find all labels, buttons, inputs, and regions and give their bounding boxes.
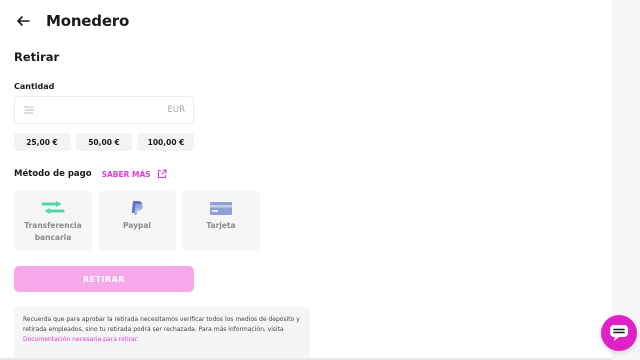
page-title: Monedero (46, 12, 130, 30)
quick-amount-50-button[interactable]: 50,00 € (76, 133, 132, 151)
chat-icon (610, 325, 628, 341)
section-title: Retirar (14, 50, 60, 64)
method-paypal-label: Paypal (122, 221, 151, 230)
method-bank-transfer[interactable]: Transferencia bancaria (14, 191, 92, 251)
payment-methods: Transferencia bancaria Paypal Tarjeta (14, 191, 260, 251)
external-link-icon (157, 169, 167, 179)
amount-input[interactable] (41, 105, 168, 115)
quick-amount-25-button[interactable]: 25,00 € (14, 133, 70, 151)
learn-more-label: SABER MÁS (101, 169, 151, 179)
required-docs-link[interactable]: Documentación necesaria para retirar. (23, 336, 139, 343)
method-card-label: Tarjeta (206, 221, 236, 230)
currency-label: EUR (167, 105, 186, 115)
withdraw-notice: Recuerda que para aprobar la retirada ne… (14, 307, 310, 360)
chat-button[interactable] (601, 315, 637, 351)
payment-method-title: Método de pago (14, 169, 92, 179)
notice-text: Recuerda que para aprobar la retirada ne… (23, 316, 300, 333)
quick-amounts: 25,00 € 50,00 € 100,00 € (14, 133, 194, 151)
quick-amount-100-button[interactable]: 100,00 € (138, 133, 194, 151)
bank-transfer-icon (41, 200, 65, 216)
back-button[interactable] (14, 12, 32, 30)
wallet-page: Monedero Retirar Cantidad EUR 25,00 € 50… (0, 0, 640, 360)
money-icon (23, 104, 35, 116)
paypal-icon (130, 200, 144, 216)
amount-label: Cantidad (14, 82, 55, 91)
payment-method-header: Método de pago SABER MÁS (14, 169, 167, 179)
method-bank-transfer-label: Transferencia bancaria (24, 221, 82, 242)
withdraw-button[interactable]: RETIRAR (14, 266, 194, 292)
page-edge-strip (612, 0, 640, 360)
amount-field[interactable]: EUR (14, 96, 194, 124)
learn-more-link[interactable]: SABER MÁS (102, 169, 167, 179)
credit-card-icon (209, 200, 233, 216)
arrow-left-icon (17, 16, 30, 26)
method-card[interactable]: Tarjeta (182, 191, 260, 251)
header: Monedero (14, 10, 129, 32)
method-paypal[interactable]: Paypal (98, 191, 176, 251)
